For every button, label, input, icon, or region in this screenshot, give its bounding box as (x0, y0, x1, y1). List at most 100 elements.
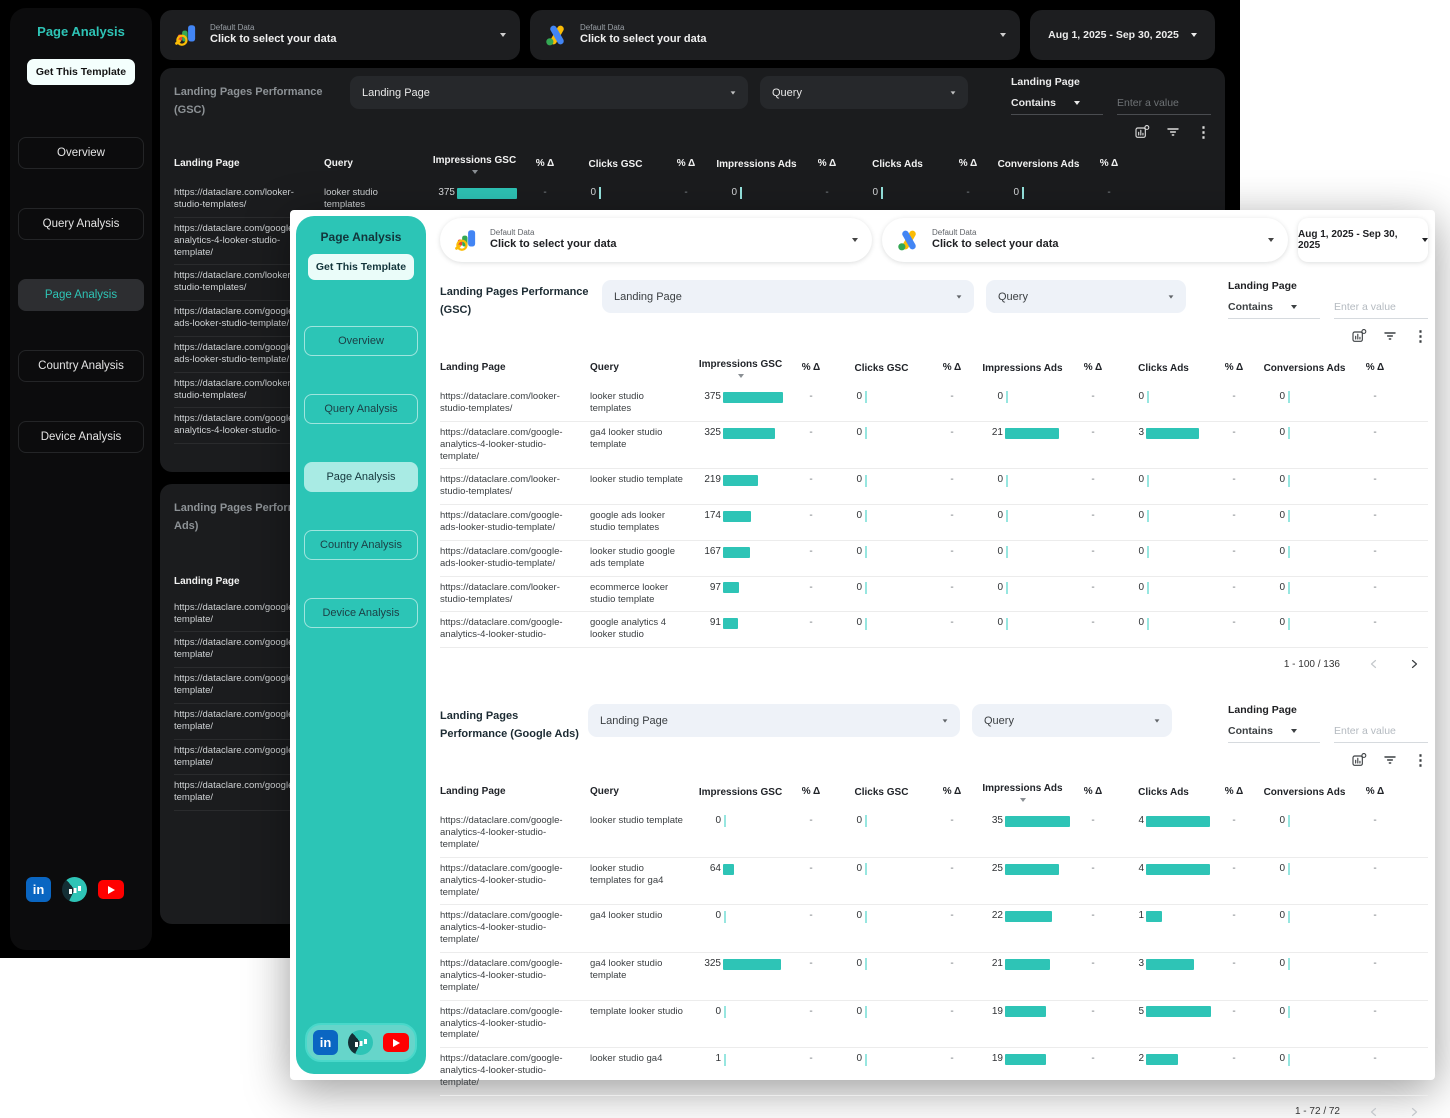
table-row[interactable]: https://dataclare.com/google-analytics-4… (440, 1048, 1428, 1096)
column-header[interactable]: % Δ (1086, 158, 1132, 171)
column-header[interactable]: % Δ (1211, 786, 1257, 799)
previous-page-button[interactable] (1368, 658, 1380, 670)
column-header[interactable]: % Δ (1070, 362, 1116, 375)
table-row[interactable]: https://dataclare.com/google-analytics-4… (440, 953, 1428, 1001)
filter-operator-dropdown[interactable]: Contains (1011, 97, 1103, 115)
column-header[interactable]: Clicks Ads (1116, 787, 1211, 799)
filter-icon[interactable] (1165, 124, 1181, 140)
filter-icon[interactable] (1382, 752, 1398, 768)
table-row[interactable]: https://dataclare.com/google-analytics-4… (440, 810, 1428, 858)
column-header[interactable]: Impressions Ads (975, 783, 1070, 802)
filter-operator-dropdown[interactable]: Contains (1228, 725, 1320, 743)
ads-data-source-selector[interactable]: Default Data Click to select your data (882, 218, 1288, 262)
filter-value-input[interactable] (1334, 725, 1428, 743)
table-row[interactable]: https://dataclare.com/google-analytics-4… (440, 1001, 1428, 1049)
sidebar-item-device-analysis[interactable]: Device Analysis (304, 598, 418, 628)
query-dropdown[interactable]: Query (760, 76, 968, 109)
table-row[interactable]: https://dataclare.com/google-ads-looker-… (440, 541, 1428, 577)
column-header[interactable]: Clicks Ads (850, 159, 945, 171)
sidebar-item-device-analysis[interactable]: Device Analysis (18, 421, 144, 453)
filter-value-input[interactable] (1117, 97, 1211, 115)
table-row[interactable]: https://dataclare.com/looker-studio-temp… (440, 469, 1428, 505)
next-page-button[interactable] (1408, 658, 1420, 670)
column-header[interactable]: % Δ (1352, 362, 1398, 375)
filter-operator-dropdown[interactable]: Contains (1228, 301, 1320, 319)
get-template-button[interactable]: Get This Template (308, 254, 414, 280)
ads-data-source-selector[interactable]: Default Data Click to select your data (530, 10, 1020, 60)
table-row[interactable]: https://dataclare.com/google-analytics-4… (440, 612, 1428, 648)
landing-page-dropdown[interactable]: Landing Page (602, 280, 974, 313)
table-row[interactable]: https://dataclare.com/looker-studio-temp… (440, 577, 1428, 613)
gsc-data-source-selector[interactable]: Default Data Click to select your data (160, 10, 520, 60)
next-page-button[interactable] (1408, 1106, 1420, 1118)
column-header[interactable]: Query (324, 158, 427, 171)
query-dropdown[interactable]: Query (972, 704, 1172, 737)
column-header[interactable]: Impressions GSC (427, 155, 522, 174)
filter-icon[interactable] (1382, 328, 1398, 344)
column-header[interactable]: Clicks GSC (568, 159, 663, 171)
column-header[interactable]: Impressions GSC (693, 787, 788, 799)
landing-page-dropdown[interactable]: Landing Page (588, 704, 960, 737)
column-header[interactable]: Impressions Ads (709, 159, 804, 171)
column-header[interactable]: Landing Page (174, 158, 324, 171)
sidebar-item-overview[interactable]: Overview (304, 326, 418, 356)
more-options-icon[interactable]: ⋮ (1196, 125, 1211, 140)
table-row[interactable]: https://dataclare.com/google-analytics-4… (440, 858, 1428, 906)
more-options-icon[interactable]: ⋮ (1413, 329, 1428, 344)
linkedin-icon[interactable] (313, 1030, 338, 1055)
youtube-icon[interactable] (383, 1033, 409, 1052)
get-template-button[interactable]: Get This Template (27, 59, 135, 85)
column-header[interactable]: % Δ (929, 362, 975, 375)
date-range-selector[interactable]: Aug 1, 2025 - Sep 30, 2025 (1030, 10, 1215, 60)
column-header[interactable]: Landing Page (440, 362, 590, 375)
optional-metrics-icon[interactable] (1134, 124, 1150, 140)
sidebar-item-country-analysis[interactable]: Country Analysis (304, 530, 418, 560)
column-header[interactable]: Conversions Ads (1257, 787, 1352, 799)
column-header[interactable]: Conversions Ads (1257, 363, 1352, 375)
column-header[interactable]: Query (590, 362, 693, 375)
metric-cell: 0 (834, 910, 929, 923)
column-header[interactable]: Clicks GSC (834, 787, 929, 799)
sidebar-item-query-analysis[interactable]: Query Analysis (18, 208, 144, 240)
table-row[interactable]: https://dataclare.com/google-ads-looker-… (440, 505, 1428, 541)
table-row[interactable]: https://dataclare.com/google-analytics-4… (440, 905, 1428, 953)
column-header[interactable]: % Δ (788, 786, 834, 799)
column-header[interactable]: % Δ (1352, 786, 1398, 799)
query-dropdown[interactable]: Query (986, 280, 1186, 313)
sidebar-item-page-analysis[interactable]: Page Analysis (18, 279, 144, 311)
optional-metrics-icon[interactable] (1351, 328, 1367, 344)
column-header[interactable]: % Δ (788, 362, 834, 375)
column-header[interactable]: % Δ (1211, 362, 1257, 375)
sidebar-item-query-analysis[interactable]: Query Analysis (304, 394, 418, 424)
more-options-icon[interactable]: ⋮ (1413, 753, 1428, 768)
column-header[interactable]: % Δ (1070, 786, 1116, 799)
gsc-data-source-selector[interactable]: Default Data Click to select your data (440, 218, 872, 262)
previous-page-button[interactable] (1368, 1106, 1380, 1118)
column-header[interactable]: Impressions Ads (975, 363, 1070, 375)
column-header[interactable]: % Δ (945, 158, 991, 171)
table-row[interactable]: https://dataclare.com/google-analytics-4… (440, 422, 1428, 470)
column-header[interactable]: Query (590, 786, 693, 799)
column-header[interactable]: % Δ (929, 786, 975, 799)
linkedin-icon[interactable] (26, 877, 51, 902)
column-header[interactable]: Conversions Ads (991, 159, 1086, 171)
youtube-icon[interactable] (98, 880, 124, 899)
column-header[interactable]: Impressions GSC (693, 359, 788, 378)
optional-metrics-icon[interactable] (1351, 752, 1367, 768)
column-header[interactable]: % Δ (522, 158, 568, 171)
dataclare-logo-icon[interactable] (348, 1030, 373, 1055)
sidebar-item-country-analysis[interactable]: Country Analysis (18, 350, 144, 382)
column-header[interactable]: % Δ (663, 158, 709, 171)
table-row[interactable]: https://dataclare.com/looker-studio-temp… (440, 386, 1428, 422)
landing-page-dropdown[interactable]: Landing Page (350, 76, 748, 109)
metric-cell: 325 (693, 427, 788, 440)
sidebar-item-overview[interactable]: Overview (18, 137, 144, 169)
dataclare-logo-icon[interactable] (62, 877, 87, 902)
column-header[interactable]: Clicks GSC (834, 363, 929, 375)
filter-value-input[interactable] (1334, 301, 1428, 319)
date-range-selector[interactable]: Aug 1, 2025 - Sep 30, 2025 (1298, 218, 1428, 262)
column-header[interactable]: Landing Page (440, 786, 590, 799)
column-header[interactable]: % Δ (804, 158, 850, 171)
sidebar-item-page-analysis[interactable]: Page Analysis (304, 462, 418, 492)
column-header[interactable]: Clicks Ads (1116, 363, 1211, 375)
